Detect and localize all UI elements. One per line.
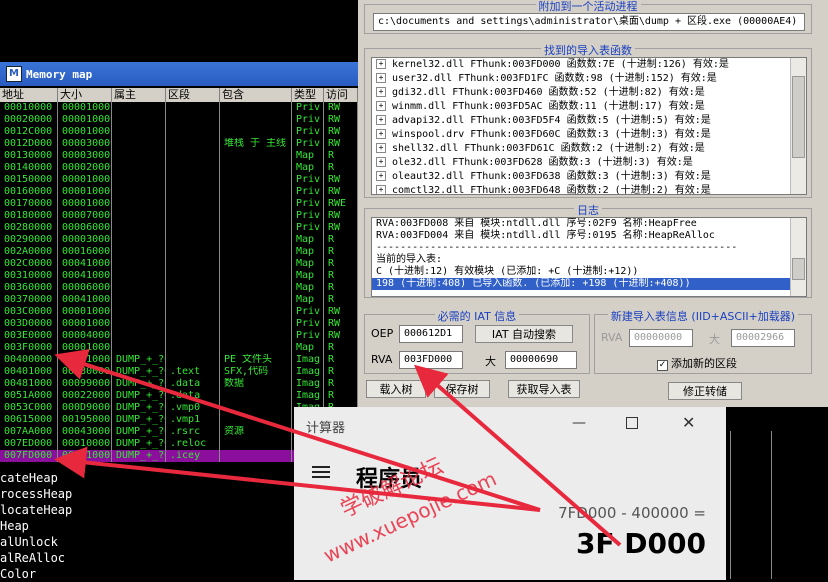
annotation-arrows: [54, 349, 622, 547]
arrow-to-base-row: [54, 349, 541, 512]
arrow-to-rva-field: [413, 364, 622, 547]
